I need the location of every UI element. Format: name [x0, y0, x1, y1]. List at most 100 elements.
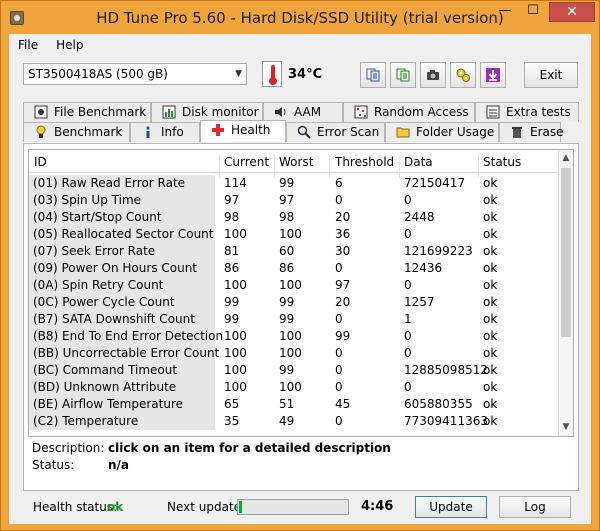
minimize-button[interactable]: —: [491, 2, 519, 22]
threshold-value: 20: [335, 295, 351, 309]
tab-benchmark[interactable]: Benchmark: [23, 122, 130, 142]
worst-value: 86: [279, 261, 295, 275]
threshold-value: 36: [335, 227, 351, 241]
column-header-id[interactable]: ID: [34, 155, 47, 169]
worst-value: 100: [279, 227, 302, 241]
table-row[interactable]: (C2) Temperature 35 49 0 77309411363 ok: [29, 413, 560, 430]
tab-error-scan[interactable]: Error Scan: [286, 122, 385, 142]
status-value: ok: [483, 414, 498, 428]
table-row[interactable]: (BE) Airflow Temperature 65 51 45 605880355 o…: [29, 396, 560, 413]
current-value: 86: [224, 261, 240, 275]
save-button[interactable]: [480, 62, 506, 88]
table-row[interactable]: (01) Raw Read Error Rate 114 99 6 72150417 ok: [29, 175, 560, 192]
trash-icon: [512, 127, 522, 138]
worst-value: 60: [279, 244, 295, 258]
tab-aam[interactable]: AAM: [263, 102, 343, 122]
scroll-up-icon[interactable]: ▲: [559, 150, 573, 167]
info-icon: [146, 126, 150, 138]
status-value: ok: [483, 278, 498, 292]
screenshot-button[interactable]: [420, 62, 446, 88]
menu-help[interactable]: Help: [47, 36, 92, 54]
screenshot-camera-icon: [427, 70, 439, 80]
health-panel: ID Current Worst Threshold Data Status (…: [23, 143, 579, 491]
tab-file-benchmark[interactable]: File Benchmark: [23, 102, 151, 122]
table-row[interactable]: (07) Seek Error Rate 81 60 30 121699223 ok: [29, 243, 560, 260]
speaker-icon: [275, 107, 286, 117]
maximize-button[interactable]: ☐: [519, 2, 547, 22]
tab-health[interactable]: Health: [200, 120, 286, 142]
tab-label: Random Access: [374, 105, 469, 119]
log-button[interactable]: Log: [499, 496, 571, 518]
options-button[interactable]: [450, 62, 476, 88]
status-value: ok: [483, 210, 498, 224]
exit-button[interactable]: Exit: [524, 62, 578, 88]
threshold-value: 0: [335, 414, 343, 428]
threshold-value: 0: [335, 363, 343, 377]
current-value: 65: [224, 397, 240, 411]
copy-info-button[interactable]: [360, 62, 386, 88]
table-body: (01) Raw Read Error Rate 114 99 6 72150417 ok…: [29, 175, 560, 430]
health-cross-icon: [212, 124, 224, 136]
attribute-id: (09) Power On Hours Count: [29, 260, 215, 277]
table-row[interactable]: (B7) SATA Downshift Count 99 99 0 1 ok: [29, 311, 560, 328]
column-header-data[interactable]: Data: [404, 155, 433, 169]
tab-folder-usage[interactable]: Folder Usage: [385, 122, 499, 142]
update-button[interactable]: Update: [415, 496, 487, 518]
options-icon: [456, 68, 470, 82]
column-header-threshold[interactable]: Threshold: [335, 155, 394, 169]
tab-extra-tests[interactable]: Extra tests: [475, 102, 579, 122]
table-row[interactable]: (04) Start/Stop Count 98 98 20 2448 ok: [29, 209, 560, 226]
raw-data-value: 2448: [404, 210, 435, 224]
table-scrollbar[interactable]: ▲ ▼: [558, 150, 573, 436]
drive-select[interactable]: ST3500418AS (500 gB) ▼: [23, 63, 247, 85]
raw-data-value: 121699223: [404, 244, 473, 258]
status-value: n/a: [108, 458, 130, 472]
status-value: ok: [483, 329, 498, 343]
attribute-id: (B8) End To End Error Detection: [29, 328, 223, 345]
raw-data-value: 605880355: [404, 397, 473, 411]
table-row[interactable]: (03) Spin Up Time 97 97 0 0 ok: [29, 192, 560, 209]
health-table[interactable]: ID Current Worst Threshold Data Status (…: [28, 149, 574, 437]
raw-data-value: 1: [404, 312, 412, 326]
status-label: Status:: [32, 458, 75, 472]
table-row[interactable]: (05) Reallocated Sector Count 100 100 36 0 ok: [29, 226, 560, 243]
title-bar[interactable]: HD Tune Pro 5.60 - Hard Disk/SSD Utility…: [1, 1, 599, 34]
menu-file[interactable]: File: [9, 36, 47, 54]
current-value: 100: [224, 346, 247, 360]
threshold-value: 6: [335, 176, 343, 190]
raw-data-value: 0: [404, 380, 412, 394]
table-row[interactable]: (B8) End To End Error Detection 100 100 99 0…: [29, 328, 560, 345]
scroll-thumb[interactable]: [561, 168, 571, 337]
disk-monitor-icon: [162, 105, 176, 119]
tab-random-access[interactable]: Random Access: [343, 102, 475, 122]
thermometer-icon: [262, 61, 282, 87]
tab-label: Folder Usage: [416, 125, 495, 139]
close-button[interactable]: ✕: [549, 2, 595, 22]
tab-erase[interactable]: Erase: [499, 122, 564, 142]
threshold-value: 97: [335, 278, 351, 292]
attribute-id: (BC) Command Timeout: [29, 362, 215, 379]
status-value: ok: [483, 176, 498, 190]
column-header-worst[interactable]: Worst: [279, 155, 313, 169]
tab-label: Erase: [530, 125, 564, 139]
current-value: 114: [224, 176, 247, 190]
magnifier-icon: [297, 125, 311, 139]
column-header-status[interactable]: Status: [483, 155, 521, 169]
current-value: 98: [224, 210, 240, 224]
current-value: 35: [224, 414, 240, 428]
table-row[interactable]: (BB) Uncorrectable Error Count 100 100 0 0 ok: [29, 345, 560, 362]
copy-text-button[interactable]: [390, 62, 416, 88]
table-row[interactable]: (0C) Power Cycle Count 99 99 20 1257 ok: [29, 294, 560, 311]
tab-info[interactable]: Info: [130, 122, 200, 142]
progress-fill: [239, 501, 242, 513]
table-row[interactable]: (BD) Unknown Attribute 100 100 0 0 ok: [29, 379, 560, 396]
table-row[interactable]: (BC) Command Timeout 100 99 0 12885098512 ok: [29, 362, 560, 379]
status-value: ok: [483, 227, 498, 241]
scroll-down-icon[interactable]: ▼: [559, 419, 573, 436]
current-value: 81: [224, 244, 240, 258]
column-header-current[interactable]: Current: [224, 155, 269, 169]
table-row[interactable]: (0A) Spin Retry Count 100 100 97 0 ok: [29, 277, 560, 294]
table-row[interactable]: (09) Power On Hours Count 86 86 0 12436 ok: [29, 260, 560, 277]
status-footer: Health status: ok Next update: 4:46 Upda…: [23, 491, 579, 521]
tab-disk-monitor[interactable]: Disk monitor: [151, 102, 263, 122]
